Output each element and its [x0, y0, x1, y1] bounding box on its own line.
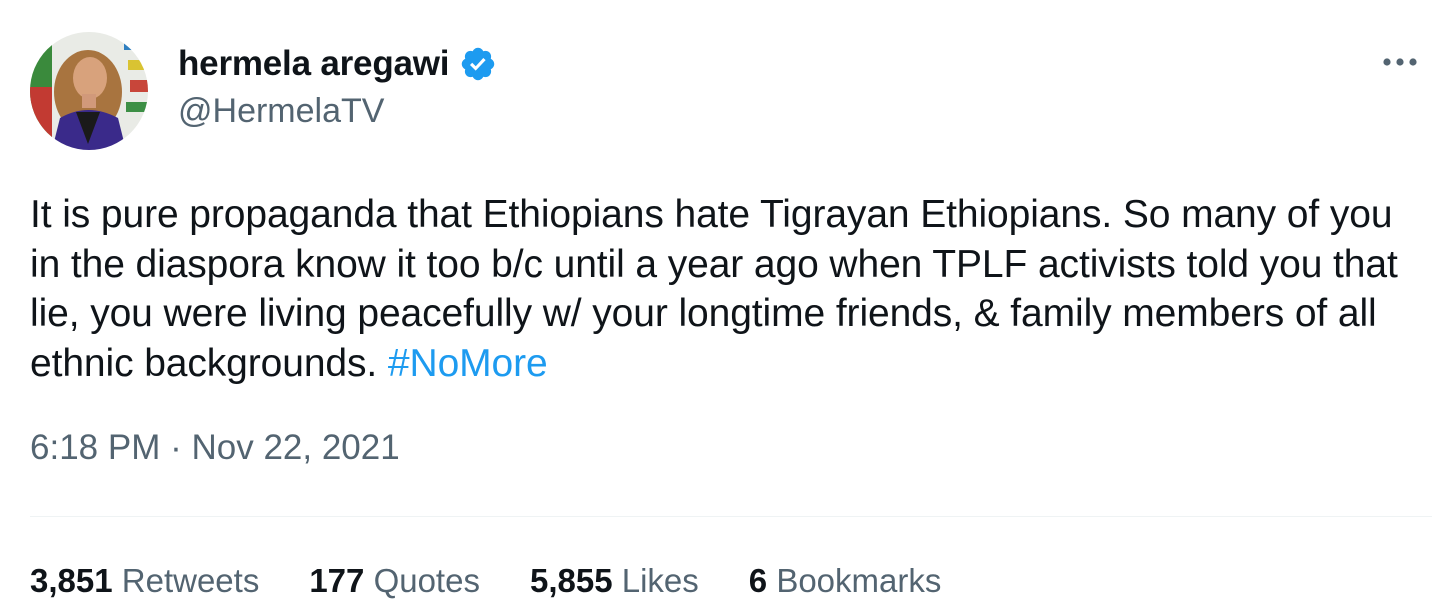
- quotes-stat[interactable]: 177 Quotes: [309, 562, 480, 600]
- more-options-icon: [1383, 58, 1417, 66]
- more-options-button[interactable]: [1372, 40, 1428, 84]
- author-name-row[interactable]: hermela aregawi: [178, 42, 497, 86]
- quotes-count: 177: [309, 562, 365, 599]
- divider: [30, 516, 1432, 517]
- likes-count: 5,855: [529, 562, 613, 599]
- engagement-stats: 3,851 Retweets 177 Quotes 5,855 Likes 6 …: [30, 562, 991, 600]
- likes-stat[interactable]: 5,855 Likes: [530, 562, 699, 600]
- tweet-card: hermela aregawi @HermelaTV It is pure pr…: [0, 0, 1456, 612]
- quotes-label: Quotes: [373, 562, 480, 599]
- verified-badge-icon[interactable]: [459, 45, 497, 83]
- retweets-count: 3,851: [30, 562, 113, 599]
- avatar-image: [30, 32, 148, 150]
- bookmarks-label: Bookmarks: [776, 562, 942, 599]
- bookmarks-count: 6: [748, 562, 768, 599]
- display-name[interactable]: hermela aregawi: [178, 44, 450, 84]
- bookmarks-stat[interactable]: 6 Bookmarks: [749, 562, 942, 600]
- likes-label: Likes: [621, 562, 699, 599]
- retweets-stat[interactable]: 3,851 Retweets: [30, 562, 259, 600]
- tweet-timestamp: 6:18 PM · Nov 22, 2021: [30, 428, 400, 468]
- avatar[interactable]: [30, 32, 148, 150]
- timestamp-separator: ·: [170, 428, 182, 467]
- hashtag-link[interactable]: #NoMore: [388, 342, 548, 385]
- tweet-date[interactable]: Nov 22, 2021: [191, 428, 399, 467]
- tweet-time[interactable]: 6:18 PM: [30, 428, 160, 467]
- tweet-text: It is pure propaganda that Ethiopians ha…: [30, 190, 1430, 388]
- author-handle[interactable]: @HermelaTV: [178, 92, 497, 131]
- author-info: hermela aregawi @HermelaTV: [178, 42, 497, 131]
- tweet-body: It is pure propaganda that Ethiopians ha…: [30, 193, 1398, 385]
- retweets-label: Retweets: [121, 562, 260, 599]
